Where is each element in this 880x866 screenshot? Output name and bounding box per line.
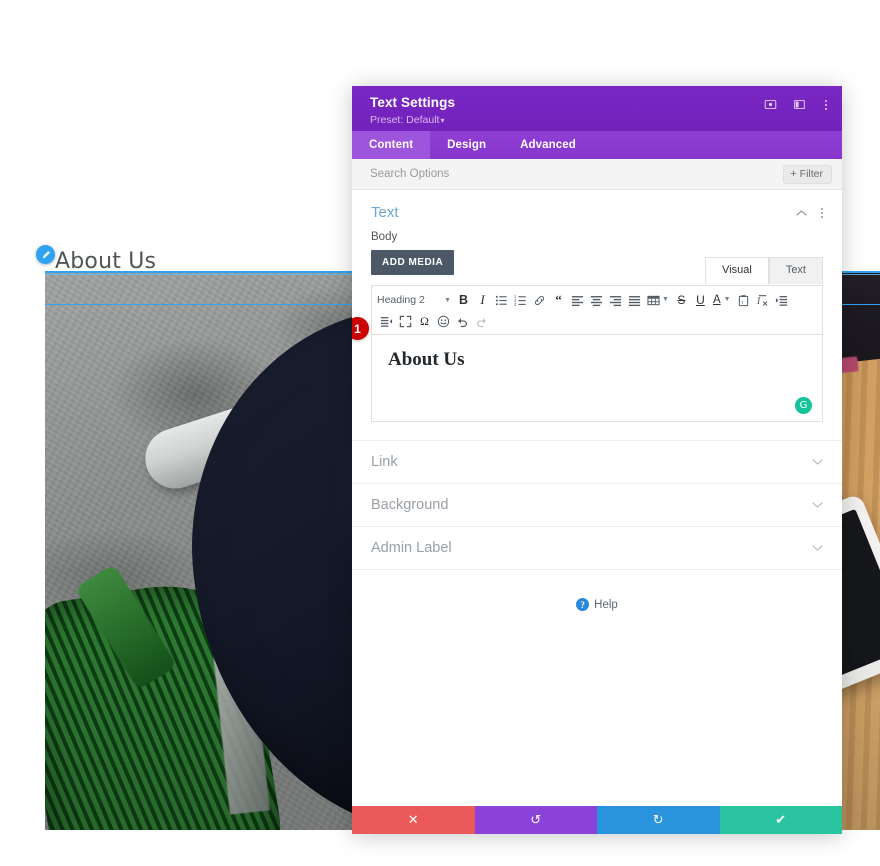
editor-toolbar-row-2: Ω: [377, 311, 817, 331]
chevron-down-icon[interactable]: [812, 544, 823, 552]
chevron-up-icon[interactable]: [796, 209, 807, 217]
section-link-title: Link: [371, 454, 398, 470]
bulleted-list-icon[interactable]: [492, 291, 511, 310]
editor-tab-text[interactable]: Text: [768, 257, 823, 285]
outdent-icon[interactable]: [377, 312, 396, 331]
chevron-down-icon[interactable]: [812, 501, 823, 509]
align-center-icon[interactable]: [587, 291, 606, 310]
modal-preset-label: Preset: Default: [370, 114, 440, 126]
strikethrough-icon[interactable]: S: [672, 291, 691, 310]
emoji-icon[interactable]: [434, 312, 453, 331]
filter-button-label: Filter: [799, 167, 823, 180]
tab-advanced[interactable]: Advanced: [503, 131, 593, 159]
filter-button[interactable]: + Filter: [783, 164, 832, 184]
clear-formatting-icon[interactable]: I: [753, 291, 772, 310]
modal-header-icons: [764, 98, 830, 111]
redo-button[interactable]: ↻: [597, 806, 720, 834]
align-justify-icon[interactable]: [625, 291, 644, 310]
paragraph-format-select[interactable]: Heading 2 ▼: [377, 294, 454, 306]
undo-icon[interactable]: [453, 312, 472, 331]
paste-as-text-icon[interactable]: T: [734, 291, 753, 310]
redo-icon[interactable]: [472, 312, 491, 331]
editor-heading-text: About Us: [388, 349, 465, 370]
fullscreen-icon[interactable]: [396, 312, 415, 331]
section-more-vertical-icon[interactable]: [818, 207, 826, 218]
section-text-actions: [796, 207, 826, 218]
target-responsive-icon[interactable]: [764, 98, 777, 111]
section-text-title: Text: [371, 204, 399, 221]
bold-icon[interactable]: B: [454, 291, 473, 310]
section-background-title: Background: [371, 497, 449, 513]
body-field-label: Body: [371, 231, 398, 243]
step-badge-1: 1: [352, 317, 369, 340]
blockquote-icon[interactable]: “: [549, 291, 568, 310]
paragraph-format-value: Heading 2: [377, 294, 425, 306]
editor-content-area[interactable]: 1 About Us G: [352, 317, 823, 422]
close-icon: ✕: [407, 812, 419, 828]
save-button[interactable]: ✔: [719, 806, 842, 834]
layout-columns-icon[interactable]: [793, 98, 806, 111]
modal-tab-bar: Content Design Advanced: [352, 131, 842, 159]
undo-button[interactable]: ↺: [474, 806, 597, 834]
modal-header: Text Settings Preset: Default▾: [352, 86, 842, 131]
italic-icon[interactable]: I: [473, 291, 492, 310]
search-options-bar: + Filter: [352, 159, 842, 190]
body-field-block: Body ADD MEDIA Visual Text Heading 2 ▼ B…: [352, 227, 842, 440]
modal-footer: ✕ ↺ ↻ ✔: [352, 806, 842, 834]
section-text-header[interactable]: Text: [352, 190, 842, 227]
svg-text:3: 3: [514, 301, 517, 306]
section-link[interactable]: Link: [352, 441, 842, 484]
link-icon[interactable]: [530, 291, 549, 310]
tab-content[interactable]: Content: [352, 131, 431, 159]
editor-tab-visual[interactable]: Visual: [705, 257, 769, 285]
align-left-icon[interactable]: [568, 291, 587, 310]
discard-button[interactable]: ✕: [352, 806, 475, 834]
chevron-down-icon: ▼: [444, 296, 451, 304]
wysiwyg-editor: Visual Text Heading 2 ▼ B I 1 2 3 “ ▼ S …: [352, 257, 823, 422]
editor-toolbar: Heading 2 ▼ B I 1 2 3 “ ▼ S U A ▼ T I Ω: [371, 285, 823, 334]
modal-preset-selector[interactable]: Preset: Default▾: [370, 113, 828, 128]
special-character-icon[interactable]: Ω: [415, 312, 434, 331]
underline-icon[interactable]: U: [691, 291, 710, 310]
search-input[interactable]: [370, 168, 784, 180]
check-icon: ✔: [775, 812, 787, 828]
chevron-down-icon: ▾: [440, 116, 445, 125]
svg-text:T: T: [741, 300, 744, 305]
indent-icon[interactable]: [772, 291, 791, 310]
section-background[interactable]: Background: [352, 484, 842, 527]
modal-body: Text Body ADD MEDIA Visual Text Heading …: [352, 190, 842, 806]
align-right-icon[interactable]: [606, 291, 625, 310]
redo-icon: ↻: [652, 812, 664, 828]
grammarly-icon[interactable]: G: [795, 397, 812, 414]
section-admin-label-title: Admin Label: [371, 540, 452, 556]
chevron-down-icon[interactable]: [812, 458, 823, 466]
add-media-button[interactable]: ADD MEDIA: [371, 250, 455, 275]
text-color-icon[interactable]: A ▼: [710, 291, 734, 310]
editor-toolbar-row-1: Heading 2 ▼ B I 1 2 3 “ ▼ S U A ▼ T I: [377, 290, 817, 310]
table-icon[interactable]: ▼: [644, 291, 672, 310]
undo-icon: ↺: [530, 812, 542, 828]
section-admin-label[interactable]: Admin Label: [352, 527, 842, 570]
text-settings-modal: Text Settings Preset: Default▾ Content D…: [352, 86, 842, 834]
editor-mode-tabs: Visual Text: [705, 257, 823, 285]
modal-title: Text Settings: [370, 95, 456, 110]
svg-text:I: I: [756, 296, 761, 307]
tab-design[interactable]: Design: [430, 131, 503, 159]
pencil-icon[interactable]: [36, 245, 55, 264]
numbered-list-icon[interactable]: 1 2 3: [511, 291, 530, 310]
help-link[interactable]: Help: [594, 599, 618, 611]
help-icon[interactable]: ?: [576, 598, 590, 611]
more-vertical-icon[interactable]: [822, 99, 830, 110]
plus-icon: +: [790, 167, 797, 180]
help-row: ? Help: [352, 570, 842, 611]
section-text: Text Body ADD MEDIA Visual Text Heading …: [352, 190, 842, 441]
